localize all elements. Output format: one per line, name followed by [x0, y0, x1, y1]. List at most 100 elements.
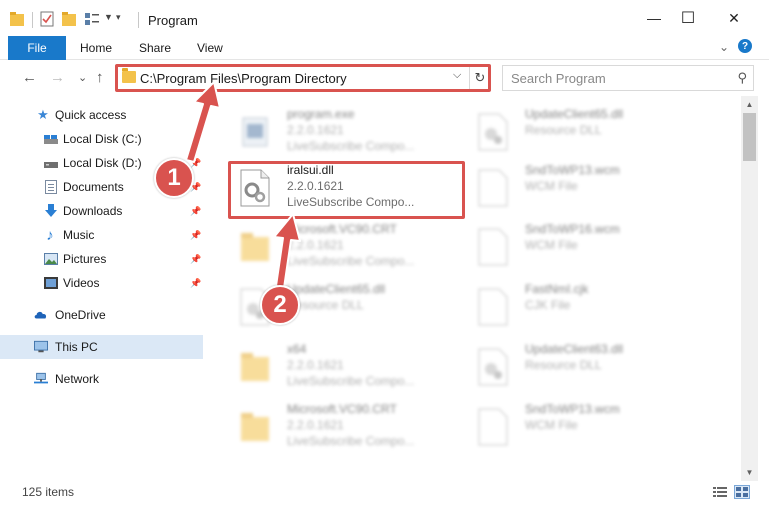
file-name: SndToWP13.wcm [525, 163, 620, 177]
sidebar-item-this-pc[interactable]: This PC [0, 335, 203, 359]
file-item[interactable]: SndToWP13.wcm WCM File [471, 160, 699, 216]
file-name: Microsoft.VC90.CRT [287, 402, 397, 416]
search-box[interactable]: ⚲ [502, 65, 754, 91]
up-button[interactable]: ↑ [96, 69, 104, 86]
sidebar-item-downloads[interactable]: Downloads 📌 [0, 199, 203, 223]
folder-icon [241, 413, 269, 441]
sidebar-item-label: Local Disk (C:) [63, 132, 142, 146]
sidebar-item-label: Network [55, 372, 100, 386]
file-item[interactable]: SndToWP16.wcm WCM File [471, 219, 699, 275]
tab-view[interactable]: View [197, 41, 223, 55]
file-description: WCM File [525, 418, 578, 432]
address-bar[interactable]: C:\Program Files\Program Directory ⌵ ↻ [116, 65, 491, 91]
file-description: LiveSubscribe Compo... [287, 195, 415, 209]
pin-icon[interactable]: 📌 [190, 134, 201, 145]
details-view-icon[interactable] [713, 486, 727, 498]
search-icon[interactable]: ⚲ [737, 70, 747, 86]
file-description: Resource DLL [525, 358, 602, 372]
file-item[interactable]: FastNmI.cjk CJK File [471, 279, 699, 335]
tiles-view-icon[interactable] [734, 485, 750, 499]
file-item[interactable]: SndToWP13.wcm WCM File [471, 399, 699, 455]
refresh-button[interactable]: ↻ [469, 66, 490, 90]
file-version: 2.2.0.1621 [287, 179, 344, 193]
qa-separator [32, 12, 33, 28]
file-name: UpdateClient65.dll [287, 282, 386, 296]
file-item[interactable]: x64 2.2.0.1621 LiveSubscribe Compo... [233, 339, 461, 395]
vertical-scrollbar[interactable]: ▲ ▼ [741, 96, 758, 481]
onedrive-icon [34, 311, 47, 319]
forward-button[interactable]: → [50, 69, 65, 86]
sidebar-item-music[interactable]: ♪ Music 📌 [0, 223, 203, 247]
pin-icon[interactable]: 📌 [190, 278, 201, 289]
status-bar: 125 items [0, 481, 769, 503]
pin-icon[interactable]: 📌 [190, 254, 201, 265]
item-count: 125 items [22, 485, 75, 499]
file-version: 2.2.0.1621 [287, 238, 344, 252]
sidebar-item-local-disk-c[interactable]: Local Disk (C:) 📌 [0, 127, 203, 151]
file-name: UpdateClient63.dll [525, 342, 624, 356]
new-folder-icon[interactable] [62, 11, 76, 27]
sidebar-item-pictures[interactable]: Pictures 📌 [0, 247, 203, 271]
sidebar-item-videos[interactable]: Videos 📌 [0, 271, 203, 295]
file-description: WCM File [525, 179, 578, 193]
step-marker-2: 2 [260, 285, 300, 325]
file-item[interactable]: UpdateClient63.dll Resource DLL [471, 339, 699, 395]
sidebar-item-label: Quick access [55, 108, 127, 122]
ribbon: File Home Share View ⌄ ? [0, 36, 769, 60]
blank-file-icon [478, 288, 508, 326]
file-name: Microsoft.VC90.CRT [287, 222, 397, 236]
scroll-up-icon[interactable]: ▲ [741, 96, 758, 113]
file-item-iralsui[interactable]: iralsui.dll 2.2.0.1621 LiveSubscribe Com… [233, 160, 461, 216]
maximize-button[interactable]: ☐ [665, 0, 711, 36]
sidebar-item-quick-access[interactable]: ★ Quick access [0, 103, 203, 127]
close-button[interactable]: ✕ [711, 0, 757, 36]
videos-icon [44, 277, 58, 289]
recent-locations-button[interactable]: ⌄ [78, 71, 87, 84]
file-name: FastNmI.cjk [525, 282, 589, 296]
title-separator [138, 12, 139, 28]
view-icon[interactable] [84, 11, 100, 27]
blank-file-icon [478, 408, 508, 446]
file-name: iralsui.dll [287, 163, 334, 177]
window-title: Program [148, 13, 198, 28]
sidebar-item-label: Local Disk (D:) [63, 156, 142, 170]
pin-icon[interactable]: 📌 [190, 206, 201, 217]
search-input[interactable] [511, 67, 731, 89]
pin-icon[interactable]: 📌 [190, 158, 201, 169]
sidebar-item-label: Downloads [63, 204, 123, 218]
scroll-down-icon[interactable]: ▼ [741, 464, 758, 481]
sidebar-item-onedrive[interactable]: OneDrive [0, 303, 203, 327]
address-dropdown-icon[interactable]: ⌵ [453, 69, 461, 82]
help-icon[interactable]: ? [738, 39, 752, 53]
file-item[interactable]: program.exe 2.2.0.1621 LiveSubscribe Com… [233, 104, 461, 160]
qa-dropdown-icon[interactable]: ▾ [116, 12, 121, 23]
step-marker-1: 1 [154, 158, 194, 198]
dll-icon [478, 113, 508, 151]
tab-file[interactable]: File [8, 36, 66, 60]
file-name: SndToWP13.wcm [525, 402, 620, 416]
expand-ribbon-icon[interactable]: ⌄ [719, 40, 729, 54]
blank-file-icon [478, 228, 508, 266]
back-button[interactable]: ← [22, 69, 37, 86]
file-description: LiveSubscribe Compo... [287, 139, 415, 153]
pc-icon [34, 340, 48, 353]
file-item[interactable]: Microsoft.VC90.CRT 2.2.0.1621 LiveSubscr… [233, 399, 461, 455]
file-version: 2.2.0.1621 [287, 123, 344, 137]
dll-icon [478, 348, 508, 386]
folder-icon[interactable] [10, 11, 24, 27]
file-item[interactable]: Microsoft.VC90.CRT 2.2.0.1621 LiveSubscr… [233, 219, 461, 275]
file-item[interactable]: UpdateClient65.dll Resource DLL [471, 104, 699, 160]
file-version: 2.2.0.1621 [287, 418, 344, 432]
sidebar-item-network[interactable]: Network [0, 367, 203, 391]
properties-icon[interactable] [40, 11, 54, 27]
sidebar-item-label: Pictures [63, 252, 107, 266]
file-name: x64 [287, 342, 307, 356]
exe-icon [242, 117, 268, 147]
navigation-bar: ← → ⌄ ↑ C:\Program Files\Program Directo… [0, 60, 769, 96]
scroll-thumb[interactable] [743, 113, 756, 161]
tab-home[interactable]: Home [80, 41, 112, 55]
tab-share[interactable]: Share [139, 41, 171, 55]
address-path[interactable]: C:\Program Files\Program Directory [140, 71, 347, 86]
qa-customize-icon[interactable]: ▼ [104, 12, 113, 22]
pin-icon[interactable]: 📌 [190, 230, 201, 241]
